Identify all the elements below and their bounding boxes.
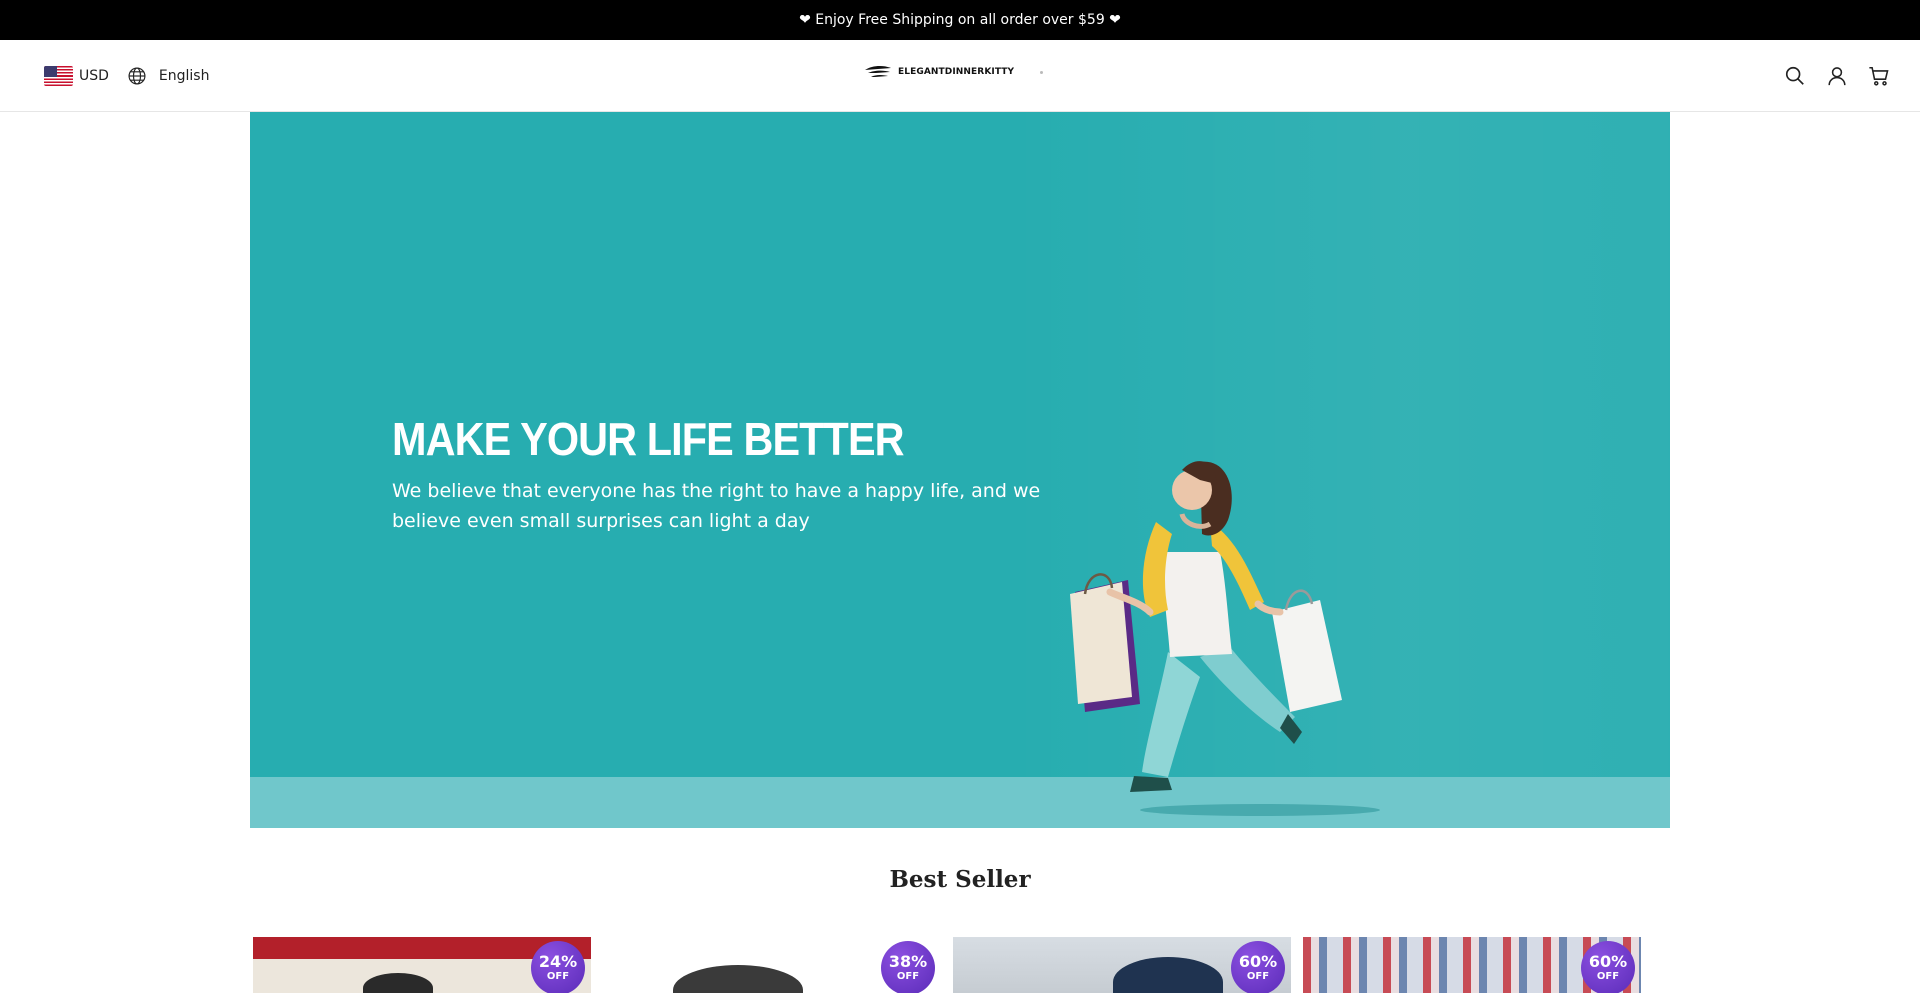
product-card[interactable]: 24% OFF — [253, 937, 591, 993]
discount-percent: 38% — [888, 952, 928, 971]
announcement-bar: ❤ Enjoy Free Shipping on all order over … — [0, 0, 1920, 40]
best-seller-title: Best Seller — [889, 866, 1031, 893]
discount-off-label: OFF — [1596, 971, 1620, 982]
product-card[interactable]: 38% OFF — [603, 937, 941, 993]
decorative-dot — [1040, 71, 1043, 74]
product-grid: 24% OFF 38% OFF 60% OFF 60% OFF — [253, 937, 1667, 993]
brand-logo[interactable]: ELEGANTDINNERKITTY — [864, 64, 1014, 80]
brand-name: ELEGANTDINNERKITTY — [898, 67, 1015, 77]
product-card[interactable]: 60% OFF — [1303, 937, 1641, 993]
currency-selector[interactable]: USD — [44, 66, 109, 86]
hero-floor — [250, 777, 1670, 828]
language-selector[interactable]: English — [127, 66, 210, 86]
discount-percent: 24% — [538, 952, 578, 971]
globe-icon — [128, 67, 146, 85]
discount-percent: 60% — [1238, 952, 1278, 971]
product-card[interactable]: 60% OFF — [953, 937, 1291, 993]
search-icon[interactable] — [1784, 65, 1806, 87]
hero-subtitle: We believe that everyone has the right t… — [392, 480, 1041, 532]
header-actions — [1784, 40, 1890, 112]
brand-wing-icon — [865, 65, 891, 77]
locale-selectors: USD English — [44, 40, 209, 112]
discount-off-label: OFF — [546, 971, 570, 982]
discount-percent: 60% — [1588, 952, 1628, 971]
discount-off-label: OFF — [1246, 971, 1270, 982]
discount-badge: 60% OFF — [1231, 941, 1285, 993]
discount-badge: 38% OFF — [881, 941, 935, 993]
discount-badge: 60% OFF — [1581, 941, 1635, 993]
hero-title: MAKE YOUR LIFE BETTER — [392, 413, 905, 465]
site-header: USD English ELEGANTDINNERKITTY — [0, 40, 1920, 112]
discount-off-label: OFF — [896, 971, 920, 982]
cart-icon[interactable] — [1868, 65, 1890, 87]
shopping-woman-image — [1070, 461, 1380, 816]
discount-badge: 24% OFF — [531, 941, 585, 993]
language-label: English — [158, 68, 210, 84]
hero-banner[interactable]: MAKE YOUR LIFE BETTER We believe that ev… — [250, 112, 1670, 828]
currency-label: USD — [79, 68, 109, 84]
us-flag-icon — [44, 66, 73, 86]
announcement-text: ❤ Enjoy Free Shipping on all order over … — [799, 12, 1121, 28]
account-icon[interactable] — [1826, 65, 1848, 87]
